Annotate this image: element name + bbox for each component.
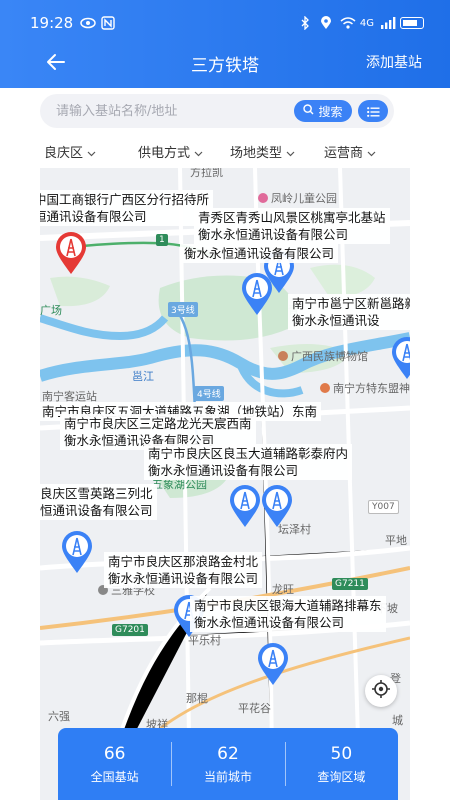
- location-icon: [320, 16, 334, 30]
- site-label[interactable]: 南宁市良庆区那浪路金村北 衡水永恒通讯设备有限公司: [104, 552, 263, 588]
- filter-label: 良庆区: [44, 146, 84, 161]
- filter-label: 场地类型: [230, 146, 283, 161]
- poi-park: 凤岭儿童公园: [258, 190, 337, 206]
- chevron-down-icon: [286, 147, 295, 157]
- chevron-down-icon: [87, 147, 96, 157]
- site-label[interactable]: 南宁市良庆区良玉大道辅路彰泰府内 衡水永恒通讯设备有限公司: [144, 444, 353, 480]
- nfc-icon: [101, 16, 115, 30]
- tower-pin-icon[interactable]: [260, 484, 294, 528]
- search-input[interactable]: [56, 103, 286, 119]
- bluetooth-icon: [300, 15, 314, 31]
- site-label[interactable]: 中国工商银行广西区分行招待所 恒通讯设备有限公司: [40, 190, 214, 226]
- site-label[interactable]: 南宁市邕宁区新邕路新 衡水永恒通讯设: [288, 294, 410, 330]
- poi-place: 城: [392, 714, 403, 727]
- poi-village: 平地: [385, 534, 407, 547]
- stat-value: 62: [217, 743, 239, 764]
- metro-tag: 4号线: [194, 386, 224, 401]
- park-icon: [258, 193, 268, 203]
- map-view[interactable]: 凤岭儿童公园 广西民族博物馆 南宁方特东盟神话 南宁客运站 五象湖公园 坛泽村 …: [40, 168, 410, 800]
- stat-label: 查询区域: [317, 769, 366, 784]
- filter-label: 供电方式: [138, 146, 191, 161]
- add-station-button[interactable]: 添加基站: [366, 52, 422, 72]
- filter-power-supply[interactable]: 供电方式: [138, 142, 203, 161]
- poi-village: 那棍: [186, 692, 208, 705]
- stat-label: 全国基站: [90, 769, 139, 784]
- site-label[interactable]: 良庆区雪英路三列北 恒通讯设备有限公司: [40, 484, 157, 520]
- search-icon: [303, 104, 314, 118]
- crosshair-icon: [371, 679, 391, 703]
- site-label[interactable]: 衡水永恒通讯设备有限公司: [180, 244, 339, 263]
- stat-label: 当前城市: [203, 769, 252, 784]
- poi-village: 六强: [48, 710, 70, 723]
- battery-icon: [400, 17, 424, 29]
- road-tag: 1: [156, 234, 168, 246]
- poi-village: 平花谷: [238, 702, 271, 715]
- status-time: 19:28: [30, 14, 74, 32]
- title-bar: 三方铁塔 添加基站: [0, 44, 450, 80]
- stat-current-city[interactable]: 62 当前城市: [171, 728, 284, 800]
- wifi-icon: [340, 16, 356, 30]
- tower-pin-red-icon[interactable]: [54, 231, 88, 275]
- stat-national-stations[interactable]: 66 全国基站: [58, 728, 171, 800]
- list-view-button[interactable]: [358, 100, 388, 122]
- road-tag: G7211: [332, 578, 368, 590]
- poi-museum: 广西民族博物馆: [278, 348, 368, 364]
- list-icon: [366, 102, 380, 121]
- signal-icon: [380, 16, 396, 30]
- search-button[interactable]: 搜索: [294, 100, 352, 122]
- metro-tag: 3号线: [168, 302, 198, 317]
- poi-theme-park: 南宁方特东盟神话: [320, 380, 410, 396]
- road-tag: Y007: [368, 500, 399, 514]
- filter-bar: 良庆区 供电方式 场地类型 运营商: [0, 132, 450, 168]
- chevron-down-icon: [367, 147, 376, 157]
- search-button-label: 搜索: [318, 104, 343, 119]
- road-tag: G7201: [112, 624, 148, 636]
- stats-bar: 66 全国基站 62 当前城市 50 查询区域: [58, 728, 398, 800]
- locate-button[interactable]: [365, 675, 397, 707]
- stat-value: 50: [330, 743, 353, 764]
- search-area: 搜索: [0, 88, 450, 132]
- site-label[interactable]: 青秀区青秀山风景区桃寓亭北基站 衡水永恒通讯设备有限公司: [194, 208, 390, 244]
- chevron-down-icon: [194, 147, 203, 157]
- stat-query-area[interactable]: 50 查询区域: [284, 728, 398, 800]
- poi-village: 龙旺: [272, 583, 294, 596]
- poi-place: 方拉凯: [190, 168, 223, 179]
- filter-operator[interactable]: 运营商: [324, 142, 376, 161]
- filter-label: 运营商: [324, 146, 364, 161]
- app-header: 19:28 4G 三方铁塔 添加基站: [0, 0, 450, 88]
- site-label[interactable]: 南宁市良庆区银海大道辅路排幕东 衡水永恒通讯设备有限公司: [190, 596, 386, 632]
- poi-place: 广场: [40, 304, 62, 317]
- poi-river: 邕江: [132, 370, 154, 383]
- museum-icon: [278, 351, 288, 361]
- tower-pin-icon[interactable]: [390, 336, 410, 380]
- tower-pin-icon[interactable]: [60, 530, 94, 574]
- filter-site-type[interactable]: 场地类型: [230, 142, 295, 161]
- filter-district[interactable]: 良庆区: [44, 142, 96, 161]
- stat-value: 66: [103, 743, 126, 764]
- search-box: 搜索: [40, 94, 394, 128]
- tower-pin-icon[interactable]: [256, 642, 290, 686]
- theme-park-icon: [320, 383, 330, 393]
- network-type-label: 4G: [359, 17, 374, 29]
- tower-pin-icon[interactable]: [240, 272, 274, 316]
- tower-pin-icon[interactable]: [228, 484, 262, 528]
- eye-icon: [80, 16, 96, 30]
- status-bar: 19:28 4G: [30, 12, 424, 34]
